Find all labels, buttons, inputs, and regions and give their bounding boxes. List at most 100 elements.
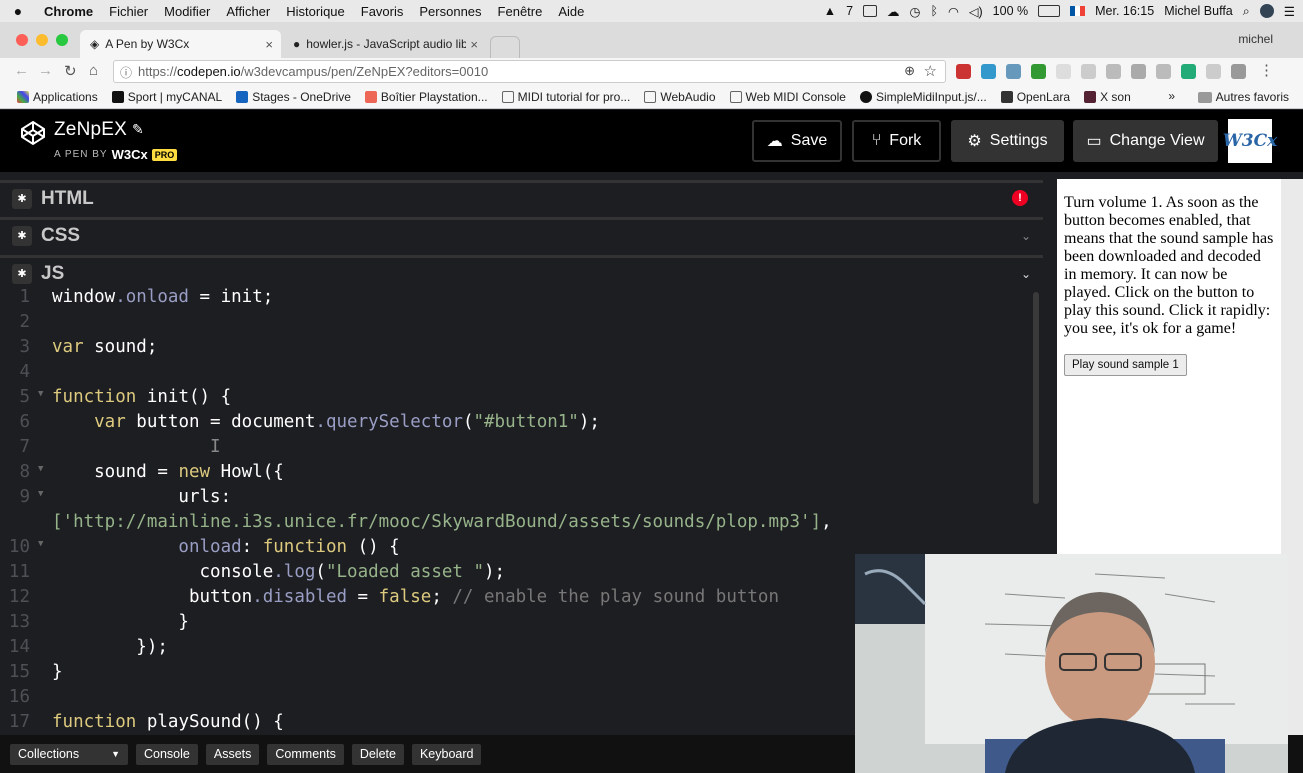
line-number: 9 [19,487,30,507]
screen-icon[interactable] [863,5,878,17]
edit-title-icon[interactable]: ✎ [132,121,144,138]
cast-icon[interactable] [1156,64,1171,79]
bluetooth-icon[interactable]: ᛒ [930,4,938,18]
close-tab-icon[interactable]: × [265,37,273,52]
battery-text[interactable]: 100 % [993,4,1028,18]
close-tab-icon[interactable]: × [470,37,478,52]
spotlight-icon[interactable]: ⌕ [1243,4,1250,19]
extension-icon[interactable] [1106,64,1121,79]
bookmark-star-icon[interactable]: ☆ [924,62,937,80]
bookmark-item[interactable]: Applications [17,90,98,104]
extension-icon[interactable] [1006,64,1021,79]
bookmarks-overflow-button[interactable]: » [1168,89,1175,103]
play-sound-button[interactable]: Play sound sample 1 [1064,354,1187,376]
wifi-icon[interactable]: ◠ [948,4,959,19]
menu-modifier[interactable]: Modifier [156,4,218,19]
clock-text[interactable]: Mer. 16:15 [1095,4,1154,18]
change-view-button[interactable]: ▭ Change View [1073,120,1218,162]
bookmark-item[interactable]: OpenLara [1000,90,1070,104]
user-avatar[interactable]: W3Cx [1223,119,1277,163]
zoom-icon[interactable]: ⊕ [904,63,915,79]
extension-icon[interactable] [981,64,996,79]
menu-fenetre[interactable]: Fenêtre [490,4,551,19]
delete-button[interactable]: Delete [351,743,404,765]
collections-dropdown[interactable]: Collections ▼ [10,743,128,765]
tab-howler[interactable]: ● howler.js - JavaScript audio lib × [283,30,486,58]
user-name[interactable]: Michel Buffa [1164,4,1233,18]
adobe-icon[interactable]: ▲ [824,4,836,18]
extension-icon[interactable] [1031,64,1046,79]
fold-arrow-icon[interactable]: ▼ [38,389,43,399]
bookmark-item[interactable]: Stages - OneDrive [236,90,351,104]
gear-icon[interactable]: ✱ [12,188,32,209]
bookmark-item[interactable]: Sport | myCANAL [111,90,222,104]
chevron-down-icon[interactable]: ⌄ [1021,229,1031,243]
extension-icon[interactable] [1231,64,1246,79]
zoom-window-button[interactable] [56,34,68,46]
save-button[interactable]: ☁ Save [752,120,842,162]
code-token: ( [462,412,474,432]
bookmark-item[interactable]: Boîtier Playstation... [364,90,488,104]
css-panel-header[interactable]: ✱ CSS ⌄ [0,217,1043,251]
other-bookmarks[interactable]: Autres favoris [1197,90,1289,104]
bookmark-item[interactable]: WebAudio [644,90,716,104]
fork-button[interactable]: ⑂ Fork [852,120,941,162]
menu-personnes[interactable]: Personnes [411,4,489,19]
fold-arrow-icon[interactable]: ▼ [38,539,43,549]
extension-icon[interactable] [1081,64,1096,79]
gear-icon[interactable]: ✱ [12,263,32,284]
pen-byline: A PEN BY W3Cx PRO [54,147,178,162]
js-panel-header[interactable]: ✱ JS ⌄ [0,255,1043,289]
error-icon[interactable]: ! [1012,190,1028,206]
comments-button[interactable]: Comments [267,743,344,765]
clock-icon[interactable]: ◷ [910,4,921,19]
html-panel-header[interactable]: ✱ HTML ! [0,180,1043,214]
minimize-window-button[interactable] [36,34,48,46]
chevron-down-icon[interactable]: ⌄ [1021,267,1031,281]
apple-menu-icon[interactable]: ● [0,3,36,19]
notification-center-icon[interactable]: ☰ [1284,4,1295,19]
console-button[interactable]: Console [136,743,198,765]
tab-pen[interactable]: ◈ A Pen by W3Cx × [80,30,281,58]
menu-afficher[interactable]: Afficher [218,4,278,19]
gear-icon[interactable]: ✱ [12,225,32,246]
cloud-icon[interactable]: ☁ [887,4,900,19]
pen-owner-link[interactable]: W3Cx [112,147,148,162]
bookmark-item[interactable]: Web MIDI Console [729,90,846,104]
reload-icon[interactable]: ↻ [64,62,77,80]
menu-historique[interactable]: Historique [278,4,353,19]
extension-icon[interactable] [1206,64,1221,79]
extension-icon[interactable] [1181,64,1196,79]
address-bar[interactable]: ⓘ https://codepen.io/w3devcampus/pen/ZeN… [113,60,946,83]
close-window-button[interactable] [16,34,28,46]
bookmark-item[interactable]: MIDI tutorial for pro... [501,90,630,104]
settings-button[interactable]: ⚙ Settings [951,120,1064,162]
assets-button[interactable]: Assets [205,743,260,765]
fold-arrow-icon[interactable]: ▼ [38,464,43,474]
bookmark-item[interactable]: X son [1084,90,1131,104]
profile-name[interactable]: michel [1238,32,1273,46]
editor-scrollbar[interactable] [1033,292,1039,504]
plus-icon [111,91,124,103]
extension-icon[interactable] [1131,64,1146,79]
menu-aide[interactable]: Aide [550,4,592,19]
flag-icon[interactable] [1070,6,1086,16]
volume-icon[interactable]: ◁) [969,4,983,19]
codepen-logo-icon[interactable] [20,120,46,146]
siri-icon[interactable] [1259,4,1274,18]
home-icon[interactable]: ⌂ [89,62,98,79]
fold-arrow-icon[interactable]: ▼ [38,489,43,499]
bookmark-item[interactable]: SimpleMidiInput.js/... [859,90,987,104]
chrome-menu-icon[interactable]: ⋮ [1259,61,1274,79]
extension-icon[interactable] [956,64,971,79]
forward-icon[interactable]: → [38,62,53,79]
menu-chrome[interactable]: Chrome [36,4,101,19]
menu-fichier[interactable]: Fichier [101,4,156,19]
back-icon[interactable]: ← [14,62,29,79]
keyboard-button[interactable]: Keyboard [411,743,482,765]
extension-icon[interactable] [1056,64,1071,79]
new-tab-button[interactable] [490,36,520,58]
info-icon[interactable]: ⓘ [120,64,132,81]
menu-favoris[interactable]: Favoris [353,4,412,19]
pen-title[interactable]: ZeNpEX [54,119,127,141]
